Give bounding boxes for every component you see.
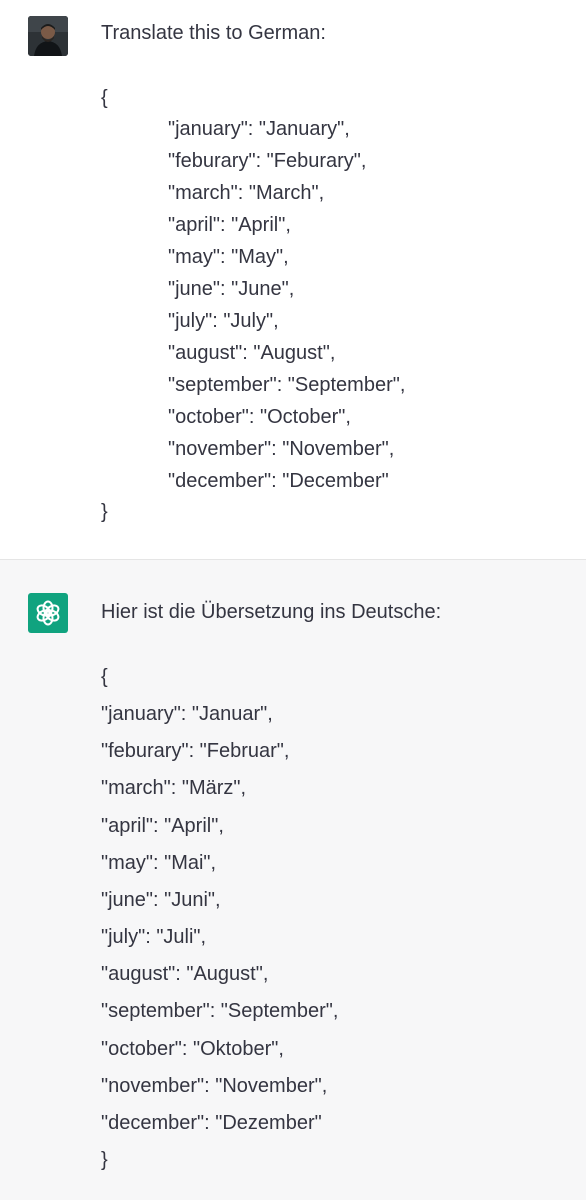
user-line-january: "january": "January", <box>168 118 350 140</box>
user-line-may: "may": "May", <box>168 246 289 268</box>
assistant-line-september: "september": "September", <box>101 1000 339 1022</box>
assistant-close-brace: } <box>101 1149 108 1171</box>
assistant-line-october: "october": "Oktober", <box>101 1038 284 1060</box>
user-line-june: "june": "June", <box>168 278 295 300</box>
user-line-april: "april": "April", <box>168 214 291 236</box>
user-close-brace: } <box>101 501 108 523</box>
user-photo-icon <box>28 16 68 56</box>
assistant-message-block <box>0 559 586 1200</box>
user-line-march: "march": "March", <box>168 182 325 204</box>
assistant-line-december: "december": "Dezember" <box>101 1112 322 1134</box>
assistant-line-april: "april": "April", <box>101 815 224 837</box>
assistant-line-may: "may": "Mai", <box>101 852 217 874</box>
assistant-line-august: "august": "August", <box>101 963 269 985</box>
assistant-open-brace: { <box>101 666 108 688</box>
assistant-line-january: "january": "Januar", <box>101 703 273 725</box>
user-line-august: "august": "August", <box>168 342 336 364</box>
user-line-december: "december": "December" <box>168 470 389 492</box>
user-line-july: "july": "July", <box>168 310 279 332</box>
assistant-line-march: "march": "März", <box>101 777 247 799</box>
user-line-september: "september": "September", <box>168 374 406 396</box>
assistant-message-intro: Hier ist die Übersetzung ins Deutsche: <box>101 601 442 623</box>
user-line-october: "october": "October", <box>168 406 351 428</box>
assistant-line-feburary: "feburary": "Februar", <box>101 740 290 762</box>
assistant-line-november: "november": "November", <box>101 1075 328 1097</box>
assistant-line-june: "june": "Juni", <box>101 889 221 911</box>
user-line-november: "november": "November", <box>168 438 395 460</box>
user-avatar <box>28 16 68 56</box>
user-message-intro: Translate this to German: <box>101 22 326 44</box>
user-open-brace: { <box>101 87 108 109</box>
assistant-avatar <box>28 593 68 633</box>
assistant-line-july: "july": "Juli", <box>101 926 207 948</box>
openai-logo-icon <box>36 600 60 626</box>
user-line-feburary: "feburary": "Feburary", <box>168 150 367 172</box>
